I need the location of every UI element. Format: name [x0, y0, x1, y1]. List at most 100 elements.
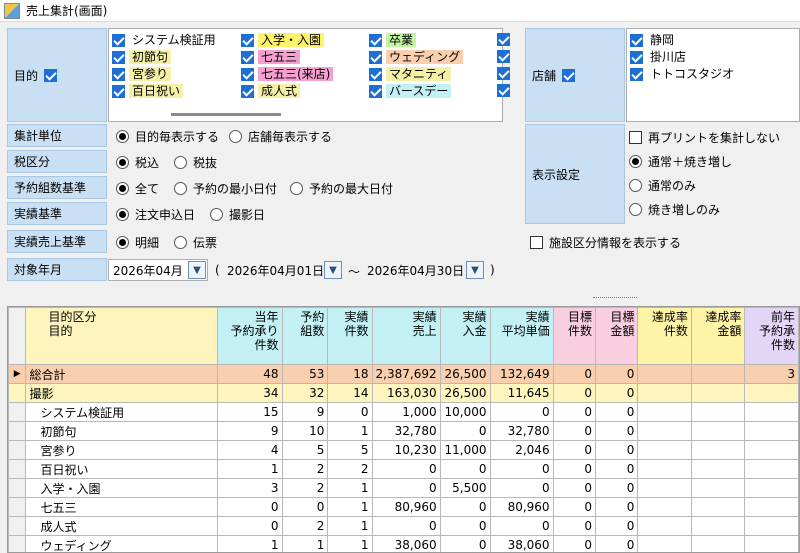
value-cell[interactable] — [744, 440, 799, 460]
value-cell[interactable]: 32 — [281, 383, 329, 403]
value-cell[interactable]: 1 — [327, 497, 373, 517]
value-cell[interactable] — [637, 535, 692, 552]
value-cell[interactable]: 1 — [281, 535, 329, 552]
value-cell[interactable] — [744, 402, 799, 422]
value-cell[interactable]: 0 — [489, 478, 554, 498]
value-cell[interactable]: 0 — [552, 364, 596, 384]
value-cell[interactable]: 0 — [594, 497, 639, 517]
value-cell[interactable]: 1 — [216, 535, 283, 552]
purpose-cell[interactable]: 初節句 — [25, 421, 218, 441]
value-cell[interactable]: 2 — [281, 478, 329, 498]
value-cell[interactable]: 0 — [594, 421, 639, 441]
value-cell[interactable]: 0 — [594, 402, 639, 422]
value-cell[interactable]: 1 — [327, 478, 373, 498]
value-cell[interactable]: 80,960 — [371, 497, 441, 517]
value-cell[interactable] — [690, 478, 746, 498]
value-cell[interactable] — [744, 516, 799, 536]
agg-unit-by-purpose-radio[interactable]: 目的毎表示する — [116, 128, 219, 145]
table-row[interactable]: 初節句 9 10 1 32,780 0 32,780 0 0 — [8, 421, 799, 441]
sales-basis-detail-radio[interactable]: 明細 — [116, 234, 159, 251]
value-cell[interactable]: 5 — [327, 440, 373, 460]
purpose-item[interactable]: 初節句 — [112, 50, 172, 64]
purpose-all-checkbox[interactable] — [44, 68, 58, 82]
purpose-cell[interactable]: ウェディング — [25, 535, 218, 552]
value-cell[interactable]: 0 — [594, 535, 639, 552]
purpose-list-hscroll[interactable] — [171, 113, 281, 116]
value-cell[interactable]: 0 — [439, 535, 491, 552]
column-header[interactable]: 実績 平均単価 — [489, 307, 554, 365]
row-header[interactable] — [8, 440, 27, 460]
row-header[interactable] — [8, 478, 27, 498]
value-cell[interactable]: 0 — [281, 497, 329, 517]
value-cell[interactable]: 163,030 — [371, 383, 441, 403]
value-cell[interactable]: 0 — [489, 402, 554, 422]
row-header[interactable] — [8, 459, 27, 479]
purpose-cell[interactable]: 撮影 — [25, 383, 218, 403]
value-cell[interactable]: 0 — [489, 459, 554, 479]
purpose-cell[interactable]: システム検証用 — [25, 402, 218, 422]
value-cell[interactable]: 0 — [439, 421, 491, 441]
row-header[interactable] — [8, 421, 27, 441]
actual-basis-shoot-date-radio[interactable]: 撮影日 — [210, 206, 265, 223]
chevron-down-icon[interactable]: ▼ — [188, 261, 206, 279]
value-cell[interactable]: 0 — [594, 440, 639, 460]
value-cell[interactable] — [690, 459, 746, 479]
purpose-item-checkbox[interactable] — [497, 67, 510, 80]
value-cell[interactable] — [744, 478, 799, 498]
reprint-exclude-checkbox[interactable]: 再プリントを集計しない — [629, 129, 780, 146]
value-cell[interactable]: 0 — [371, 478, 441, 498]
value-cell[interactable]: 0 — [439, 497, 491, 517]
value-cell[interactable]: 0 — [439, 516, 491, 536]
value-cell[interactable]: 11,645 — [489, 383, 554, 403]
purpose-item[interactable]: ウェディング — [369, 50, 464, 64]
purpose-item[interactable]: 成人式 — [241, 84, 301, 98]
value-cell[interactable]: 0 — [371, 516, 441, 536]
value-cell[interactable]: 26,500 — [439, 383, 491, 403]
table-row[interactable]: 成人式 0 2 1 0 0 0 0 0 — [8, 516, 799, 536]
row-header[interactable] — [8, 497, 27, 517]
value-cell[interactable]: 18 — [327, 364, 373, 384]
value-cell[interactable]: 3 — [216, 478, 283, 498]
value-cell[interactable] — [744, 383, 799, 403]
value-cell[interactable]: 0 — [439, 459, 491, 479]
display-normal-only-radio[interactable]: 通常のみ — [629, 177, 696, 194]
value-cell[interactable] — [744, 421, 799, 441]
value-cell[interactable] — [637, 459, 692, 479]
date-to-picker[interactable]: 2026年04月30日 ▼ — [362, 259, 486, 281]
value-cell[interactable]: 0 — [552, 497, 596, 517]
value-cell[interactable]: 0 — [552, 516, 596, 536]
display-all-radio[interactable]: 通常＋焼き増し — [629, 153, 732, 170]
value-cell[interactable] — [744, 535, 799, 552]
column-header[interactable]: 目標 金額 — [594, 307, 639, 365]
store-list[interactable]: 静岡 掛川店 トトコスタジオ — [626, 28, 800, 122]
value-cell[interactable]: 2,387,692 — [371, 364, 441, 384]
value-cell[interactable]: 80,960 — [489, 497, 554, 517]
value-cell[interactable] — [637, 478, 692, 498]
value-cell[interactable]: 0 — [552, 383, 596, 403]
value-cell[interactable]: 0 — [552, 421, 596, 441]
value-cell[interactable] — [744, 497, 799, 517]
store-all-checkbox[interactable] — [562, 68, 576, 82]
value-cell[interactable]: 0 — [552, 402, 596, 422]
value-cell[interactable]: 2 — [281, 516, 329, 536]
store-item[interactable]: 掛川店 — [630, 50, 689, 64]
value-cell[interactable]: 2 — [281, 459, 329, 479]
table-row[interactable]: システム検証用 15 9 0 1,000 10,000 0 0 0 — [8, 402, 799, 422]
purpose-item[interactable]: 宮参り — [112, 67, 172, 81]
value-cell[interactable]: 0 — [552, 440, 596, 460]
value-cell[interactable]: 0 — [216, 516, 283, 536]
value-cell[interactable] — [637, 440, 692, 460]
column-header[interactable]: 実績 件数 — [327, 307, 373, 365]
purpose-item[interactable]: 七五三 — [241, 50, 301, 64]
value-cell[interactable] — [690, 383, 746, 403]
store-item[interactable]: トトコスタジオ — [630, 67, 737, 81]
value-cell[interactable]: 4 — [216, 440, 283, 460]
value-cell[interactable] — [690, 440, 746, 460]
value-cell[interactable] — [690, 402, 746, 422]
value-cell[interactable]: 0 — [216, 497, 283, 517]
date-from-picker[interactable]: 2026年04月01日 ▼ — [222, 259, 344, 281]
value-cell[interactable]: 3 — [744, 364, 799, 384]
purpose-item[interactable]: 七五三(来店) — [241, 67, 334, 81]
value-cell[interactable]: 0 — [371, 459, 441, 479]
value-cell[interactable]: 0 — [594, 478, 639, 498]
